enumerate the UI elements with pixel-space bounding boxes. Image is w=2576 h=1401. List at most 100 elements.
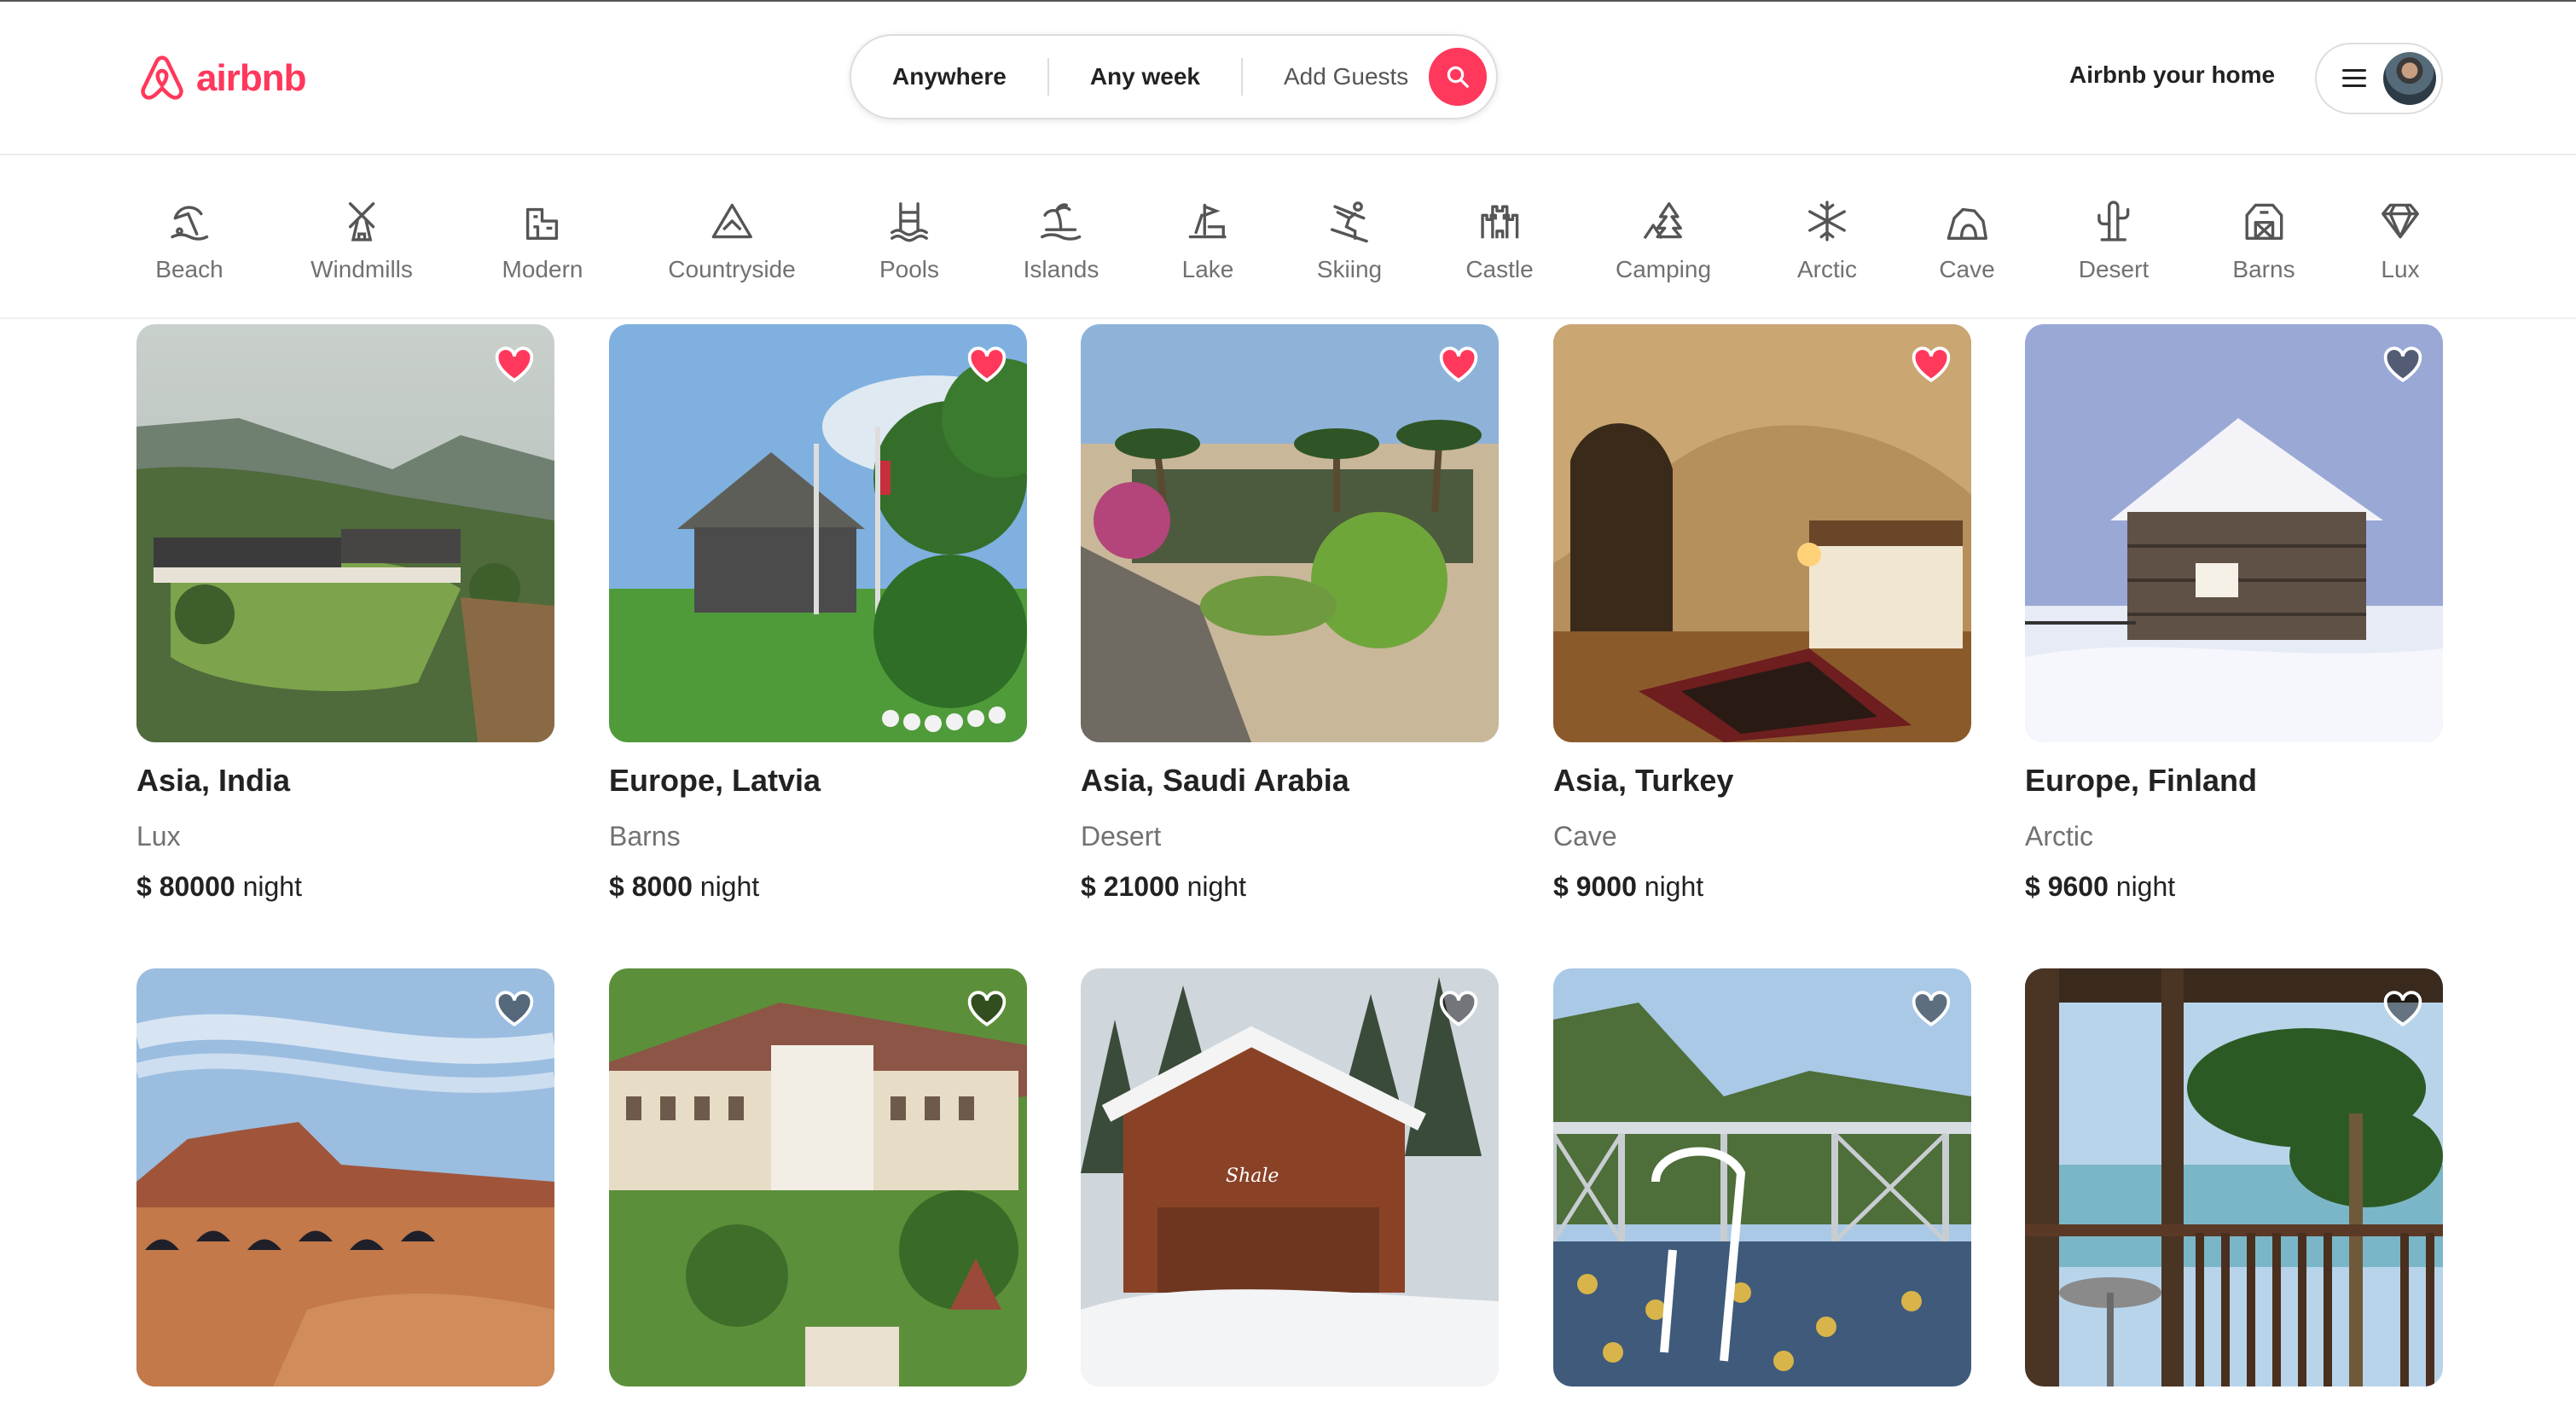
listing-price-line: $ 9600 night [2025,871,2443,903]
search-icon [1448,66,1470,88]
category-camping[interactable]: Camping [1616,198,1711,283]
listing-category: Cave [1553,821,1617,852]
listing-photo[interactable] [609,324,1027,742]
category-windmills[interactable]: Windmills [310,198,413,283]
category-label: Windmills [310,256,413,282]
listing-price-line: $ 21000 night [1081,871,1499,903]
listing-card[interactable]: Asia, India Lux $ 80000 night [136,324,554,903]
category-cave[interactable]: Cave [1939,198,1995,283]
listing-price: $ 9000 [1553,871,1637,902]
diamond-icon [2382,203,2419,239]
favorite-heart-icon[interactable] [1437,343,1480,386]
search-when-button[interactable]: Any week [1049,63,1241,90]
listing-photo[interactable] [1553,324,1971,742]
island-icon [1041,203,1082,241]
favorite-heart-icon[interactable] [1910,343,1952,386]
listing-location: Europe, Finland [2025,763,2258,798]
category-label: Camping [1615,256,1712,282]
category-countryside[interactable]: Countryside [668,198,796,283]
listing-card[interactable]: Asia, Turkey Cave $ 9000 night [1553,324,1971,903]
search-guests-button[interactable]: Add Guests [1243,63,1429,90]
category-lake[interactable]: Lake [1182,198,1233,283]
category-pools[interactable]: Pools [879,198,939,283]
listing-card[interactable]: Europe, Finland Arctic $ 9600 night [2025,324,2443,903]
listing-location: Europe, Latvia [609,763,821,798]
category-label: Arctic [1797,256,1857,282]
listing-price: $ 8000 [609,871,693,902]
search-where-button[interactable]: Anywhere [851,63,1047,90]
listing-location: Asia, India [136,763,291,798]
listing-card[interactable]: Europe, Latvia Barns $ 8000 night [609,324,1027,903]
top-nav-bar: airbnb Anywhere Any week Add Guests Airb… [0,2,2576,155]
modern-house-icon [526,207,559,240]
listing-photo[interactable] [136,324,554,742]
category-barns[interactable]: Barns [2232,198,2295,283]
category-castle[interactable]: Castle [1465,198,1534,283]
skiing-icon [1331,201,1368,243]
favorite-heart-icon[interactable] [966,987,1008,1030]
user-menu-button[interactable] [2315,43,2443,114]
category-arctic[interactable]: Arctic [1797,198,1857,283]
listing-card[interactable] [136,968,554,1386]
price-unit: night [1644,871,1704,902]
listing-photo[interactable] [2025,968,2443,1386]
favorite-heart-icon[interactable] [1910,987,1952,1030]
category-label: Lux [2381,256,2420,282]
avatar [2383,52,2436,105]
category-label: Castle [1465,256,1534,282]
airbnb-logo[interactable]: airbnb [136,51,306,106]
host-link[interactable]: Airbnb your home [2069,61,2275,89]
listing-card[interactable] [609,968,1027,1386]
listing-price: $ 21000 [1081,871,1180,902]
search-bar[interactable]: Anywhere Any week Add Guests [850,34,1498,119]
category-label: Skiing [1316,256,1383,282]
favorite-heart-icon[interactable] [966,343,1008,386]
favorite-heart-icon[interactable] [1437,987,1480,1030]
category-label: Islands [1023,256,1099,282]
camping-icon [1643,202,1682,240]
beach-icon [171,206,208,241]
category-lux[interactable]: Lux [2377,198,2423,283]
category-beach[interactable]: Beach [155,198,223,283]
listing-price-line: $ 80000 night [136,871,554,903]
listing-photo[interactable] [609,968,1027,1386]
menu-icon [2342,68,2368,89]
listing-category: Barns [609,821,681,852]
airbnb-logo-icon [141,55,183,100]
brand-name: airbnb [196,57,306,99]
listing-card[interactable] [2025,968,2443,1386]
category-desert[interactable]: Desert [2079,198,2149,283]
favorite-heart-icon[interactable] [493,987,536,1030]
category-label: Pools [879,256,940,282]
favorite-heart-icon[interactable] [2382,987,2424,1030]
listing-card[interactable]: Shale [1081,968,1499,1386]
price-unit: night [2115,871,2176,902]
price-unit: night [1186,871,1246,902]
listing-photo[interactable] [1553,968,1971,1386]
favorite-heart-icon[interactable] [2382,343,2424,386]
listing-category: Arctic [2025,821,2093,852]
listing-location: Asia, Turkey [1553,763,1734,798]
search-button[interactable] [1429,48,1488,106]
favorite-heart-icon[interactable] [493,343,536,386]
category-label: Countryside [668,256,796,282]
windmill-icon [348,202,375,241]
pool-icon [891,202,928,242]
category-label: Beach [155,256,223,282]
listing-card[interactable] [1553,968,1971,1386]
category-islands[interactable]: Islands [1024,198,1099,283]
lake-icon [1189,203,1227,239]
listing-photo[interactable]: Shale [1081,968,1499,1386]
listing-category: Lux [136,821,181,852]
listing-category: Desert [1081,821,1162,852]
category-skiing[interactable]: Skiing [1317,198,1382,283]
cactus-icon [2097,201,2130,241]
listing-card[interactable]: Asia, Saudi Arabia Desert $ 21000 night [1081,324,1499,903]
category-modern[interactable]: Modern [502,198,583,283]
listing-photo[interactable] [136,968,554,1386]
mountain-icon [711,203,752,239]
category-label: Cave [1939,256,1995,282]
listing-photo[interactable] [2025,324,2443,742]
listing-photo[interactable] [1081,324,1499,742]
price-unit: night [699,871,760,902]
